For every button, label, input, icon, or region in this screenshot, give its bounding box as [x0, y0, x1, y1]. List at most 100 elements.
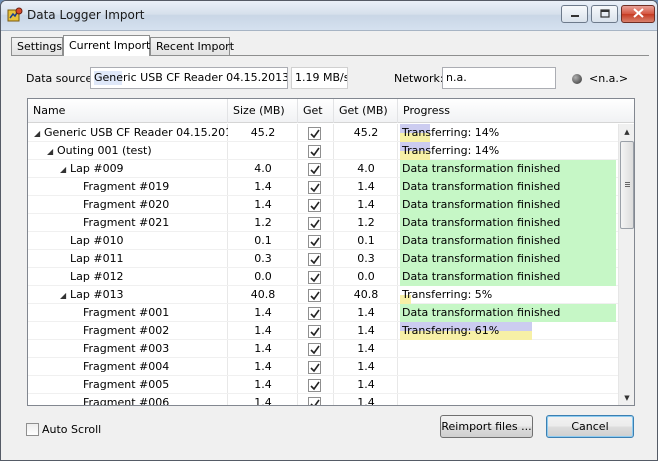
row-get-checkbox[interactable] — [308, 127, 321, 140]
progress-text: Data transformation finished — [402, 198, 561, 211]
row-get-checkbox[interactable] — [308, 397, 321, 405]
row-size: 1.4 — [254, 360, 272, 373]
row-get-checkbox[interactable] — [308, 145, 321, 158]
table-row[interactable]: Fragment #001 1.4 1.4 Data transformation f… — [28, 304, 618, 322]
row-name: Fragment #003 — [83, 342, 170, 355]
checkmark-icon — [310, 237, 320, 247]
row-get-checkbox[interactable] — [308, 343, 321, 356]
progress-text: Transferring: 14% — [402, 126, 500, 139]
row-get-cell — [298, 196, 334, 214]
row-progress-cell: Data transformation finished — [398, 160, 618, 178]
column-header-progress[interactable]: Progress — [398, 99, 634, 123]
row-size: 1.4 — [254, 180, 272, 193]
table-header: Name Size (MB) Get Get (MB) Progress — [28, 99, 634, 123]
row-get-checkbox[interactable] — [308, 379, 321, 392]
row-get-cell — [298, 160, 334, 178]
transfer-rate-field: 1.19 MB/s — [291, 67, 348, 89]
vertical-scrollbar[interactable]: ▲ ▼ — [618, 124, 634, 405]
table-row[interactable]: Fragment #003 1.4 1.4 — [28, 340, 618, 358]
row-get-checkbox[interactable] — [308, 181, 321, 194]
row-name: Fragment #001 — [83, 306, 170, 319]
checkmark-icon — [310, 219, 320, 229]
tab-current-import[interactable]: Current Import — [63, 35, 150, 56]
reimport-files-button[interactable]: Reimport files ... — [440, 415, 533, 438]
row-size: 4.0 — [254, 162, 272, 175]
scroll-up-arrow-icon[interactable]: ▲ — [619, 124, 634, 140]
table-row[interactable]: Fragment #006 1.4 1.4 — [28, 394, 618, 405]
progress-text: Data transformation finished — [402, 162, 561, 175]
network-field[interactable]: n.a. — [442, 67, 556, 89]
table-row[interactable]: ◢ Lap #013 40.8 40.8 Transferring: 5% — [28, 286, 618, 304]
column-header-name[interactable]: Name — [28, 99, 228, 123]
row-size: 0.1 — [254, 234, 272, 247]
table-row[interactable]: Fragment #019 1.4 1.4 Data transformation f… — [28, 178, 618, 196]
row-progress-cell — [398, 394, 618, 405]
tab-settings[interactable]: Settings — [11, 37, 63, 55]
row-get-checkbox[interactable] — [308, 307, 321, 320]
expand-triangle-icon[interactable]: ◢ — [34, 125, 44, 142]
close-icon — [632, 7, 644, 21]
title-bar[interactable]: Data Logger Import — [1, 1, 657, 31]
scrollbar-thumb[interactable] — [620, 141, 634, 229]
row-get-checkbox[interactable] — [308, 253, 321, 266]
close-button[interactable] — [621, 5, 655, 23]
row-name: Fragment #004 — [83, 360, 170, 373]
row-name-cell: Fragment #004 — [28, 358, 228, 376]
row-get-cell — [298, 304, 334, 322]
progress-text: Transferring: 14% — [402, 144, 500, 157]
status-indicator-icon — [572, 74, 582, 84]
table-row[interactable]: ◢ Lap #009 4.0 4.0 Data transformation finis… — [28, 160, 618, 178]
row-get-cell — [298, 142, 334, 160]
table-row[interactable]: Fragment #004 1.4 1.4 — [28, 358, 618, 376]
table-row[interactable]: ◢ Outing 001 (test) Transferring: 14% — [28, 142, 618, 160]
row-name-cell: Fragment #005 — [28, 376, 228, 394]
table-row[interactable]: Fragment #002 1.4 1.4 Transferring: 61% — [28, 322, 618, 340]
window-title: Data Logger Import — [27, 8, 145, 22]
checkmark-icon — [310, 327, 320, 337]
row-get-checkbox[interactable] — [308, 361, 321, 374]
row-get-checkbox[interactable] — [308, 289, 321, 302]
import-table[interactable]: Name Size (MB) Get Get (MB) Progress ◢ Ge… — [27, 98, 635, 406]
column-header-get-mb[interactable]: Get (MB) — [334, 99, 398, 123]
row-get-mb: 1.4 — [357, 324, 375, 337]
table-row[interactable]: Fragment #020 1.4 1.4 Data transformation f… — [28, 196, 618, 214]
table-row[interactable]: Fragment #005 1.4 1.4 — [28, 376, 618, 394]
scroll-down-arrow-icon[interactable]: ▼ — [619, 390, 634, 405]
column-header-get[interactable]: Get — [298, 99, 334, 123]
column-header-size[interactable]: Size (MB) — [228, 99, 298, 123]
table-row[interactable]: Lap #011 0.3 0.3 Data transformation finish… — [28, 250, 618, 268]
table-row[interactable]: Fragment #021 1.2 1.2 Data transformation f… — [28, 214, 618, 232]
row-get-mb: 40.8 — [353, 288, 379, 301]
table-row[interactable]: Lap #012 0.0 0.0 Data transformation finish… — [28, 268, 618, 286]
row-get-checkbox[interactable] — [308, 217, 321, 230]
table-row[interactable]: ◢ Generic USB CF Reader 04.15.201... 45.2 4… — [28, 124, 618, 142]
maximize-icon — [599, 8, 610, 21]
row-name-cell: Fragment #006 — [28, 394, 228, 405]
network-label: Network: — [394, 72, 444, 85]
checkmark-icon — [310, 129, 320, 139]
progress-text: Data transformation finished — [402, 234, 561, 247]
row-get-checkbox[interactable] — [308, 235, 321, 248]
row-get-checkbox[interactable] — [308, 271, 321, 284]
checkmark-icon — [310, 363, 320, 373]
row-get-mb: 4.0 — [357, 162, 375, 175]
expand-triangle-icon[interactable]: ◢ — [60, 161, 70, 178]
checkmark-icon — [310, 381, 320, 391]
row-get-checkbox[interactable] — [308, 325, 321, 338]
row-get-checkbox[interactable] — [308, 163, 321, 176]
row-progress-cell: Data transformation finished — [398, 196, 618, 214]
auto-scroll-label[interactable]: Auto Scroll — [42, 423, 101, 436]
cancel-button[interactable]: Cancel — [546, 415, 634, 438]
data-source-field[interactable]: Generic USB CF Reader 04.15.2013 10: — [90, 67, 288, 89]
row-progress-cell: Data transformation finished — [398, 214, 618, 232]
row-get-checkbox[interactable] — [308, 199, 321, 212]
maximize-button[interactable] — [591, 5, 618, 23]
expand-triangle-icon[interactable]: ◢ — [47, 143, 57, 160]
tab-recent-import[interactable]: Recent Import — [150, 37, 234, 55]
row-size: 1.4 — [254, 342, 272, 355]
expand-triangle-icon[interactable]: ◢ — [60, 287, 70, 304]
minimize-button[interactable] — [561, 5, 588, 23]
table-row[interactable]: Lap #010 0.1 0.1 Data transformation finish… — [28, 232, 618, 250]
row-name: Lap #013 — [70, 288, 124, 301]
auto-scroll-checkbox[interactable] — [26, 423, 39, 436]
